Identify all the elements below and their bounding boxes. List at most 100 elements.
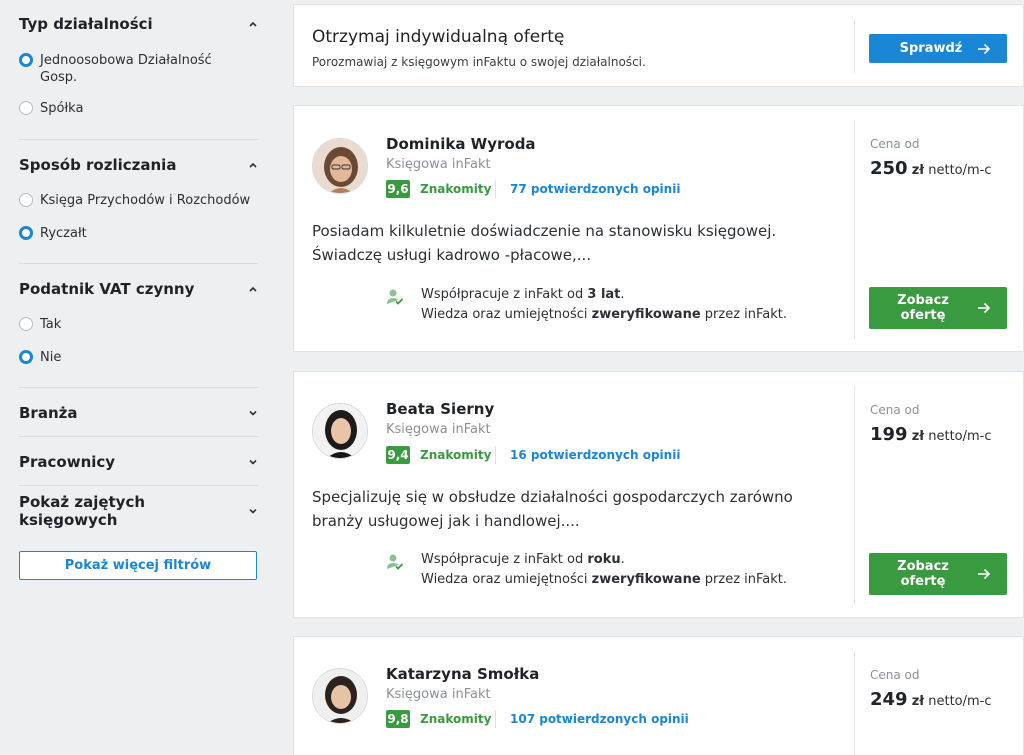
accountant-role: Księgowa inFakt	[386, 422, 491, 437]
filter-title: Podatnik VAT czynny	[19, 280, 195, 298]
rating-label: Znakomity	[420, 448, 492, 462]
vertical-divider	[854, 651, 855, 755]
avatar-photo-icon	[313, 669, 367, 723]
divider	[495, 446, 496, 464]
radio-button[interactable]	[19, 317, 33, 331]
vertical-divider	[854, 120, 855, 339]
radio-button[interactable]	[19, 193, 33, 207]
check-offer-button[interactable]: Sprawdź	[869, 34, 1007, 63]
chevron-up-icon	[249, 21, 257, 27]
accountant-card: Dominika Wyroda Księgowa inFakt 9,6 Znak…	[293, 105, 1024, 352]
filter-business-type-header[interactable]: Typ działalności	[19, 14, 258, 34]
rating-badge: 9,8	[386, 710, 410, 728]
vertical-divider	[854, 19, 855, 73]
divider	[19, 436, 258, 437]
verification-info: Współpracuje z inFakt od roku. Wiedza or…	[421, 550, 787, 590]
arrow-right-icon	[978, 43, 991, 54]
accountant-role: Księgowa inFakt	[386, 157, 491, 172]
filter-settlement: Sposób rozliczania Księga Przychodów i R…	[19, 155, 258, 242]
filter-business-type: Typ działalności Jednoosobowa Działalnoś…	[19, 14, 258, 117]
arrow-right-icon	[978, 302, 991, 314]
price: 199 zł netto/m-c	[870, 424, 992, 445]
button-label: Zobacz ofertę	[897, 293, 949, 323]
verification-info: Współpracuje z inFakt od 3 lat. Wiedza o…	[421, 285, 787, 325]
avatar	[312, 138, 368, 194]
accountant-role: Księgowa inFakt	[386, 687, 491, 702]
radio-jdg[interactable]: Jednoosobowa Działalność Gosp.	[19, 52, 258, 86]
radio-label: Księga Przychodów i Rozchodów	[40, 193, 251, 208]
divider	[19, 387, 258, 388]
cooperation-line: Współpracuje z inFakt od roku.	[421, 552, 625, 567]
filters-sidebar: Typ działalności Jednoosobowa Działalnoś…	[0, 0, 276, 755]
verified-line: Wiedza oraz umiejętności zweryfikowane p…	[421, 307, 788, 322]
divider	[19, 485, 258, 486]
vertical-divider	[854, 386, 855, 605]
avatar	[312, 668, 368, 724]
chevron-down-icon	[249, 410, 257, 416]
accountant-name[interactable]: Katarzyna Smołka	[386, 665, 539, 683]
filter-busy-accountants: Pokaż zajętych księgowych	[19, 493, 258, 529]
description-line: Świadczę usługi kadrowo -płacowe,...	[312, 246, 592, 264]
filter-employees-header[interactable]: Pracownicy	[19, 452, 258, 472]
verified-line: Wiedza oraz umiejętności zweryfikowane p…	[421, 572, 788, 587]
cooperation-line: Współpracuje z inFakt od 3 lat.	[421, 287, 625, 302]
chevron-down-icon	[249, 508, 257, 514]
avatar	[312, 403, 368, 459]
chevron-up-icon	[249, 286, 257, 292]
radio-label: Spółka	[40, 101, 84, 116]
accountant-description: Posiadam kilkuletnie doświadczenie na st…	[312, 219, 832, 267]
promo-title: Otrzymaj indywidualną ofertę	[312, 27, 565, 47]
filter-vat-header[interactable]: Podatnik VAT czynny	[19, 279, 258, 299]
filter-settlement-header[interactable]: Sposób rozliczania	[19, 155, 258, 175]
filter-industry: Branża	[19, 403, 258, 423]
price-label: Cena od	[870, 137, 920, 151]
promo-card: Otrzymaj indywidualną ofertę Porozmawiaj…	[293, 4, 1024, 87]
accountant-card: Beata Sierny Księgowa inFakt 9,4 Znakomi…	[293, 371, 1024, 618]
filter-title: Typ działalności	[19, 15, 153, 33]
avatar-photo-icon	[313, 139, 367, 193]
rating-badge: 9,4	[386, 446, 410, 464]
accountant-name[interactable]: Dominika Wyroda	[386, 135, 536, 153]
price-label: Cena od	[870, 668, 920, 682]
avatar-photo-icon	[313, 404, 367, 458]
reviews-link[interactable]: 16 potwierdzonych opinii	[510, 448, 680, 462]
radio-button-selected[interactable]	[19, 350, 33, 364]
button-label: Sprawdź	[899, 41, 963, 56]
more-filters-button[interactable]: Pokaż więcej filtrów	[19, 551, 257, 580]
divider	[495, 180, 496, 198]
radio-button-selected[interactable]	[19, 53, 33, 67]
accountant-card: Katarzyna Smołka Księgowa inFakt 9,8 Zna…	[293, 636, 1024, 755]
filter-industry-header[interactable]: Branża	[19, 403, 258, 423]
radio-label: Jednoosobowa Działalność Gosp.	[40, 53, 212, 85]
description-line: Posiadam kilkuletnie doświadczenie na st…	[312, 222, 777, 240]
radio-button-selected[interactable]	[19, 226, 33, 240]
accountant-name[interactable]: Beata Sierny	[386, 400, 494, 418]
reviews-link[interactable]: 107 potwierdzonych opinii	[510, 712, 689, 726]
accountant-description: Specjalizuję się w obsłudze działalności…	[312, 485, 832, 533]
filter-title: Pracownicy	[19, 453, 116, 471]
verified-user-icon	[387, 289, 404, 305]
view-offer-button[interactable]: Zobacz ofertę	[869, 553, 1007, 595]
radio-label: Ryczałt	[40, 226, 87, 241]
radio-kpir[interactable]: Księga Przychodów i Rozchodów	[19, 192, 258, 209]
filter-busy-accountants-header[interactable]: Pokaż zajętych księgowych	[19, 493, 258, 529]
reviews-link[interactable]: 77 potwierdzonych opinii	[510, 182, 680, 196]
radio-vat-tak[interactable]: Tak	[19, 316, 258, 333]
radio-ryczalt[interactable]: Ryczałt	[19, 225, 258, 242]
rating-badge: 9,6	[386, 180, 410, 198]
radio-vat-nie[interactable]: Nie	[19, 349, 258, 366]
price: 249 zł netto/m-c	[870, 689, 992, 710]
radio-button[interactable]	[19, 101, 33, 115]
description-line: branży usługowej jak i handlowej....	[312, 512, 580, 530]
filter-title: Pokaż zajętych księgowych	[19, 493, 146, 529]
filter-vat: Podatnik VAT czynny Tak Nie	[19, 279, 258, 366]
rating-label: Znakomity	[420, 712, 492, 726]
radio-spolka[interactable]: Spółka	[19, 100, 258, 117]
chevron-down-icon	[249, 459, 257, 465]
divider	[19, 139, 258, 140]
filter-title: Sposób rozliczania	[19, 156, 177, 174]
description-line: Specjalizuję się w obsłudze działalności…	[312, 488, 793, 506]
price-label: Cena od	[870, 403, 920, 417]
view-offer-button[interactable]: Zobacz ofertę	[869, 287, 1007, 329]
chevron-up-icon	[249, 162, 257, 168]
